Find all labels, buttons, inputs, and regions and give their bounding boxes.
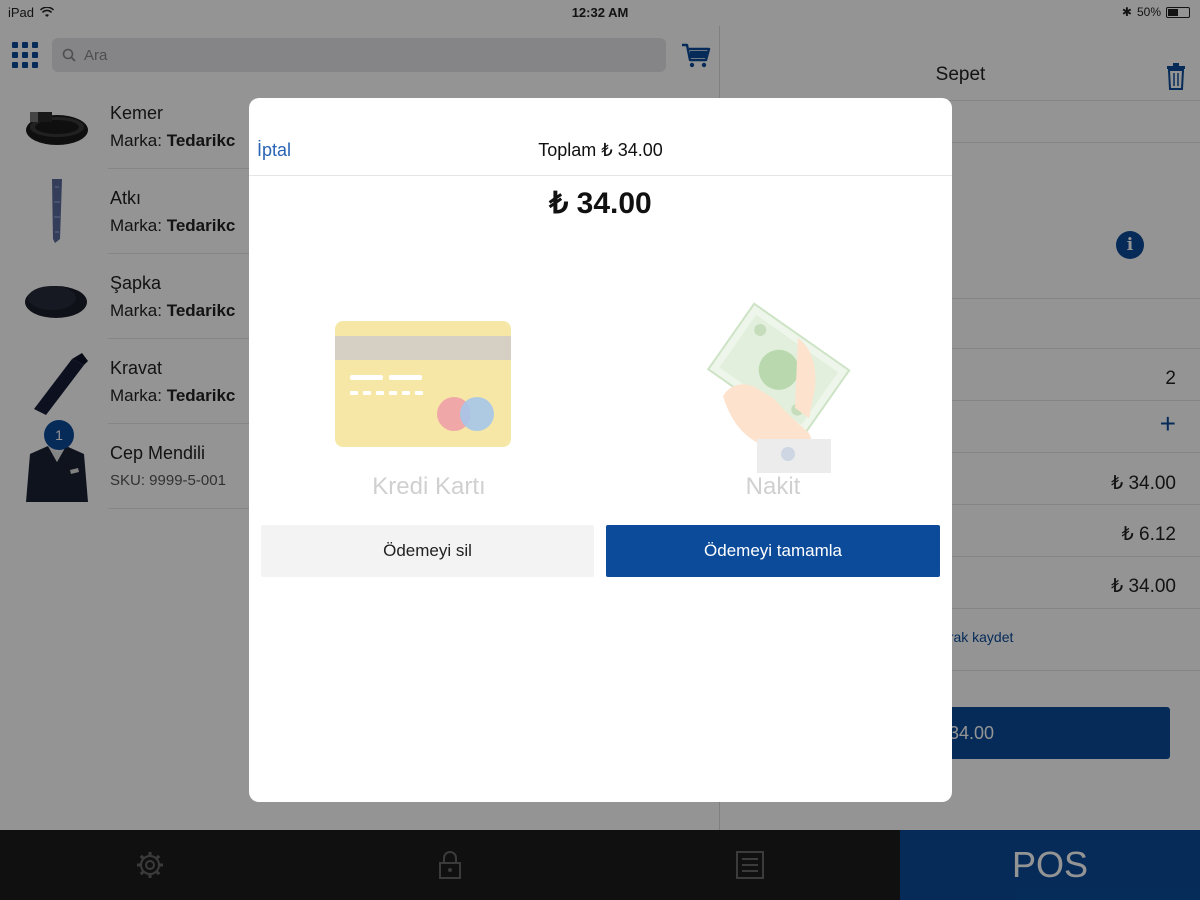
cash-label: Nakit: [745, 473, 801, 500]
credit-card-label: Kredi Kartı: [372, 473, 486, 500]
cash-option[interactable]: Nakit: [623, 298, 923, 508]
payment-amount: ₺ 34.00: [549, 187, 652, 220]
delete-payment-label: Ödemeyi sil: [383, 541, 472, 560]
payment-modal: İptal Toplam ₺ 34.00 ₺ 34.00 Kredi Kartı: [249, 98, 952, 802]
modal-title: Toplam ₺ 34.00: [538, 140, 663, 160]
complete-payment-button[interactable]: Ödemeyi tamamla: [606, 525, 940, 577]
credit-card-option[interactable]: Kredi Kartı: [279, 298, 579, 508]
credit-card-icon: [335, 321, 511, 447]
complete-payment-label: Ödemeyi tamamla: [704, 541, 842, 560]
modal-header: İptal Toplam ₺ 34.00: [249, 98, 952, 176]
delete-payment-button[interactable]: Ödemeyi sil: [261, 525, 594, 577]
cash-icon: [706, 302, 851, 473]
